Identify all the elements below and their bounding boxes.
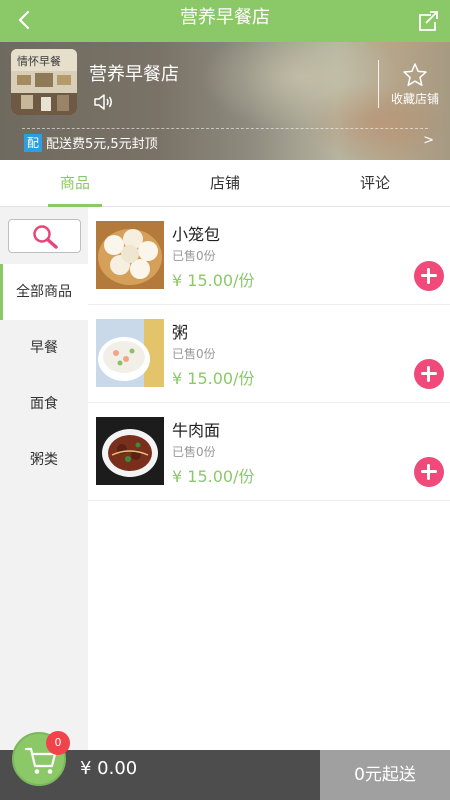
steamed-buns-image — [96, 221, 164, 289]
product-price: ¥ 15.00/份 — [172, 271, 255, 290]
star-icon — [402, 62, 428, 88]
favorite-label: 收藏店铺 — [390, 92, 439, 106]
add-to-cart-button[interactable] — [414, 457, 444, 487]
store-name: 营养早餐店 — [89, 64, 179, 85]
store-header: 情怀早餐 营养早餐店 收藏店铺 配配送费5元,5元封顶 > — [0, 42, 450, 160]
speaker-icon[interactable] — [92, 92, 114, 112]
product-sold-count: 已售0份 — [172, 445, 216, 459]
tab-bar: 商品 店铺 评论 — [0, 160, 450, 207]
search-icon — [33, 225, 58, 249]
bottom-bar: ¥ 0.00 0元起送 — [0, 750, 450, 800]
logo-text: 情怀早餐 — [17, 54, 61, 68]
checkout-button[interactable]: 0元起送 — [320, 750, 450, 800]
delivery-badge: 配 — [24, 133, 42, 152]
favorite-divider — [378, 60, 379, 108]
top-bar: 营养早餐店 — [0, 0, 450, 42]
share-icon[interactable] — [414, 6, 442, 34]
favorite-store-button[interactable]: 收藏店铺 — [382, 62, 448, 107]
product-name: 粥 — [172, 323, 189, 342]
tab-reviews[interactable]: 评论 — [300, 160, 450, 207]
category-all-products[interactable]: 全部商品 — [0, 264, 88, 320]
add-to-cart-button[interactable] — [414, 359, 444, 389]
tab-products[interactable]: 商品 — [0, 160, 150, 207]
product-price: ¥ 15.00/份 — [172, 467, 255, 486]
list-item[interactable]: 牛肉面 已售0份 ¥ 15.00/份 — [88, 403, 450, 501]
product-name: 牛肉面 — [172, 421, 221, 440]
category-sidebar: 全部商品 早餐 面食 粥类 — [0, 207, 88, 750]
add-to-cart-button[interactable] — [414, 261, 444, 291]
tab-store[interactable]: 店铺 — [150, 160, 300, 207]
beef-noodles-image — [96, 417, 164, 485]
delivery-notice-text: 配送费5元,5元封顶 — [46, 137, 158, 152]
category-porridge[interactable]: 粥类 — [0, 432, 88, 488]
divider — [22, 128, 428, 129]
list-item[interactable]: 小笼包 已售0份 ¥ 15.00/份 — [88, 207, 450, 305]
porridge-image — [96, 319, 164, 387]
product-sold-count: 已售0份 — [172, 347, 216, 361]
product-sold-count: 已售0份 — [172, 249, 216, 263]
product-name: 小笼包 — [172, 225, 221, 244]
product-list: 小笼包 已售0份 ¥ 15.00/份 粥 已售0份 ¥ 15.00/份 牛肉面 … — [88, 207, 450, 750]
category-noodles[interactable]: 面食 — [0, 376, 88, 432]
search-button[interactable] — [8, 219, 81, 253]
list-item[interactable]: 粥 已售0份 ¥ 15.00/份 — [88, 305, 450, 403]
category-breakfast[interactable]: 早餐 — [0, 320, 88, 376]
delivery-notice[interactable]: 配配送费5元,5元封顶 > — [24, 133, 434, 155]
store-logo: 情怀早餐 — [11, 49, 77, 115]
chevron-right-icon: > — [423, 133, 434, 148]
cart-count-badge: 0 — [46, 731, 70, 755]
page-title: 营养早餐店 — [180, 7, 270, 28]
product-price: ¥ 15.00/份 — [172, 369, 255, 388]
cart-total: ¥ 0.00 — [80, 758, 138, 779]
